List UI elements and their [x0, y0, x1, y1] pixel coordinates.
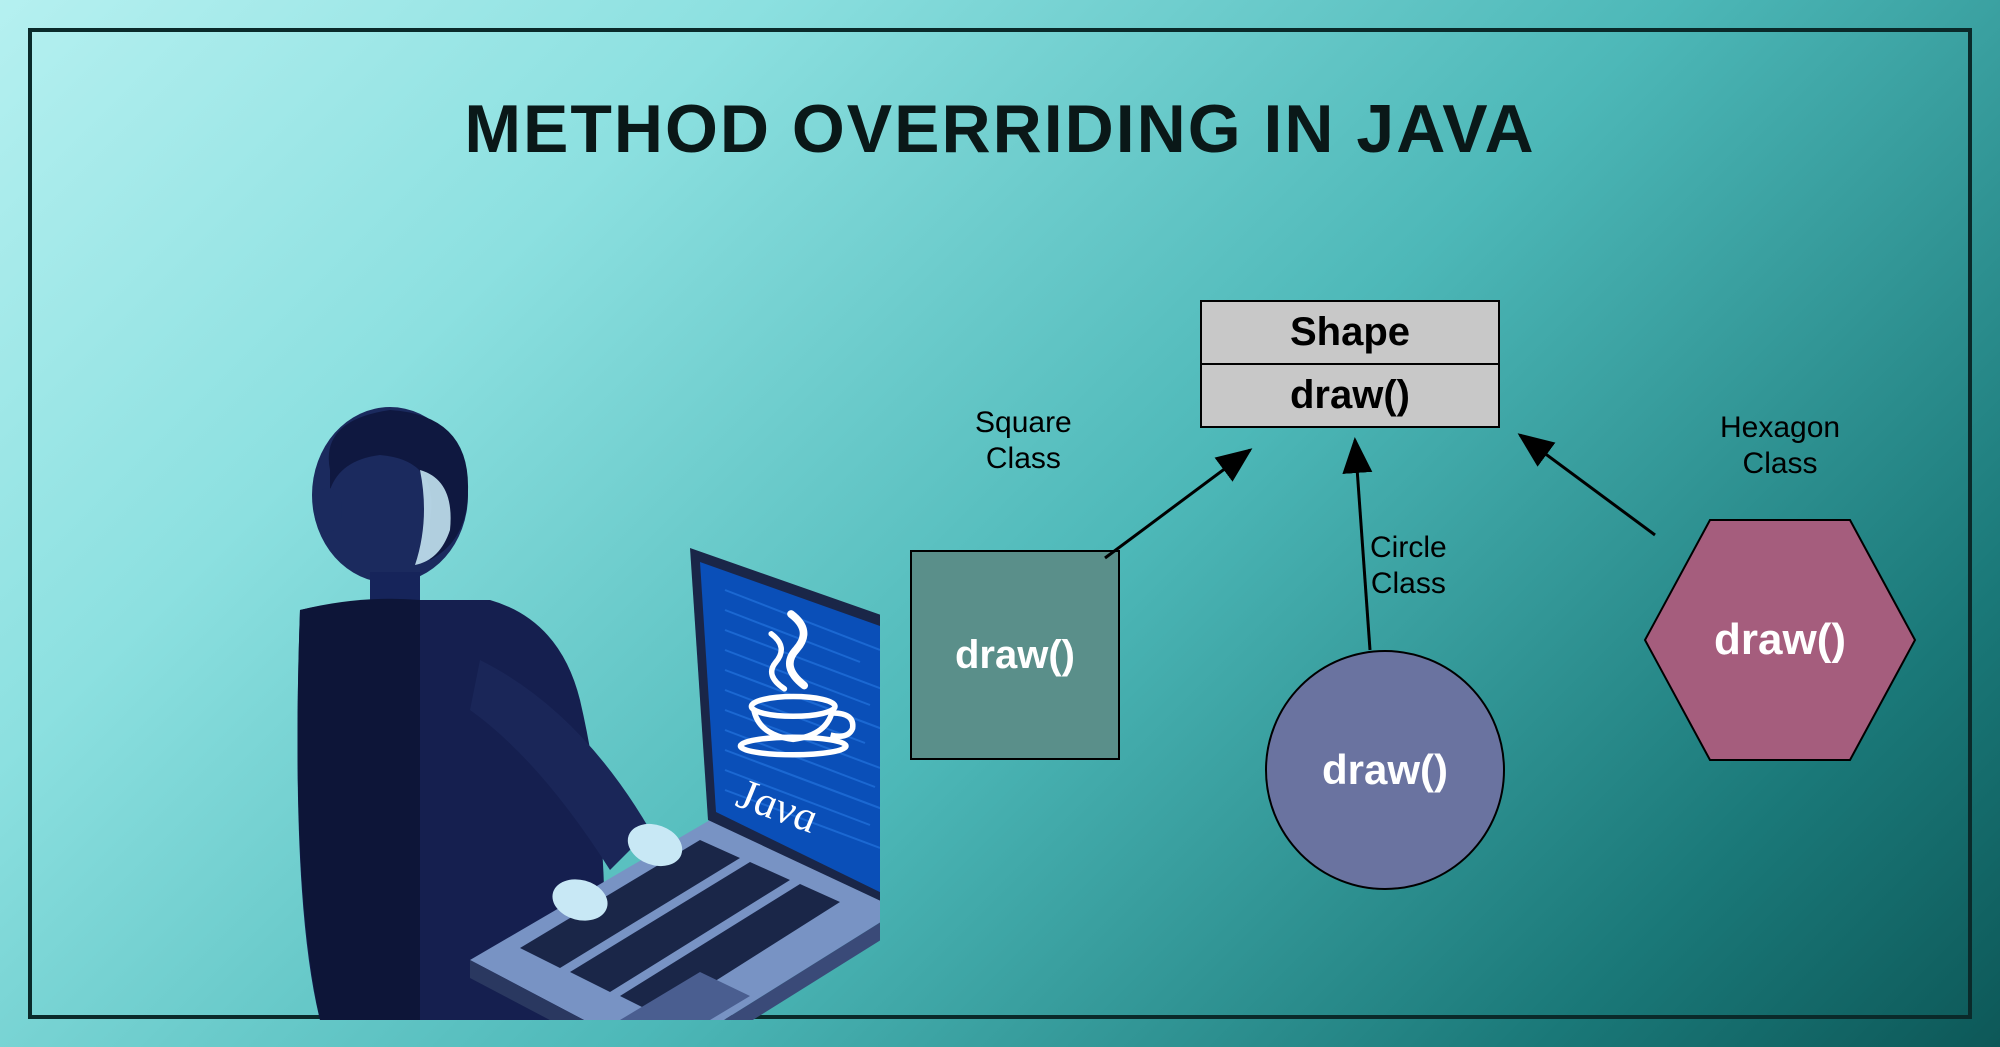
parent-class-box: Shape draw()	[1200, 300, 1500, 428]
square-method-text: draw()	[955, 633, 1075, 678]
parent-class-name: Shape	[1200, 300, 1500, 365]
square-subclass: draw()	[910, 550, 1120, 760]
hexagon-class-label: Hexagon Class	[1720, 410, 1840, 482]
square-class-label: Square Class	[975, 405, 1072, 477]
hexagon-method-text: draw()	[1714, 615, 1846, 665]
circle-subclass: draw()	[1265, 650, 1505, 890]
circle-class-label: Circle Class	[1370, 530, 1447, 602]
person-illustration: Java	[180, 400, 880, 1020]
page-title: METHOD OVERRIDING IN JAVA	[464, 90, 1535, 168]
override-diagram: Shape draw() Square Class Circle Class H…	[880, 300, 1940, 920]
parent-class-method: draw()	[1200, 365, 1500, 428]
hexagon-subclass: draw()	[1640, 510, 1920, 770]
circle-method-text: draw()	[1322, 746, 1448, 794]
